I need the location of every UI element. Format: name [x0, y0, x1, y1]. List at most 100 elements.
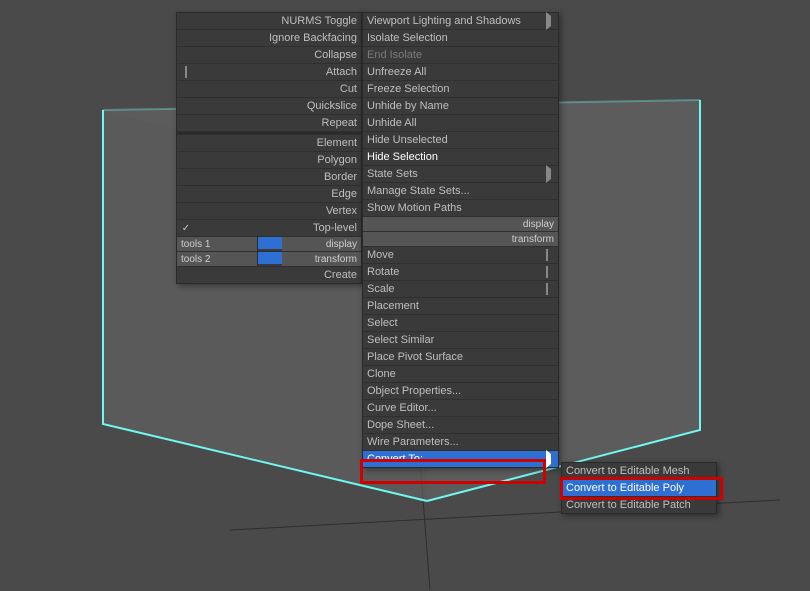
dialog-icon	[185, 66, 187, 78]
menu-item-label: NURMS Toggle	[193, 15, 357, 27]
menu-item-label: Convert to Editable Patch	[566, 499, 700, 511]
quad-center-icon	[258, 252, 270, 264]
menu-item[interactable]: Move	[363, 247, 558, 264]
quad-title-left: tools 2	[177, 252, 258, 266]
menu-item-label: Scale	[367, 283, 542, 295]
menu-item[interactable]: Attach	[177, 64, 361, 81]
menu-item-label: Placement	[367, 300, 542, 312]
menu-item[interactable]: Create	[177, 267, 361, 283]
menu-item[interactable]: Unhide by Name	[363, 98, 558, 115]
quad-menu-title-row: transform	[363, 232, 558, 247]
menu-item[interactable]: Isolate Selection	[363, 30, 558, 47]
menu-item-label: Show Motion Paths	[367, 202, 542, 214]
convert-to-submenu[interactable]: Convert to Editable MeshConvert to Edita…	[561, 462, 717, 514]
menu-item: End Isolate	[363, 47, 558, 64]
menu-item-label: Create	[193, 269, 357, 281]
menu-item-label: Hide Unselected	[367, 134, 542, 146]
menu-item-label: State Sets	[367, 168, 542, 180]
quad-center-icon	[270, 237, 282, 249]
quad-title-right: transform	[363, 232, 558, 246]
menu-item[interactable]: Unfreeze All	[363, 64, 558, 81]
menu-item[interactable]: Object Properties...	[363, 383, 558, 400]
menu-item[interactable]: Dope Sheet...	[363, 417, 558, 434]
menu-item[interactable]: Convert to Editable Mesh	[562, 463, 716, 480]
menu-item-label: Cut	[193, 83, 357, 95]
menu-item-label: Viewport Lighting and Shadows	[367, 15, 542, 27]
menu-item-label: Vertex	[193, 205, 357, 217]
menu-item[interactable]: Wire Parameters...	[363, 434, 558, 451]
menu-item[interactable]: Select	[363, 315, 558, 332]
submenu-arrow-icon	[546, 12, 551, 30]
menu-item-label: Manage State Sets...	[367, 185, 542, 197]
menu-item-label: Freeze Selection	[367, 83, 542, 95]
menu-item[interactable]: Element	[177, 135, 361, 152]
check-icon	[181, 223, 193, 234]
menu-item[interactable]: Convert to Editable Patch	[562, 497, 716, 513]
menu-item-label: Move	[367, 249, 542, 261]
menu-item[interactable]: Viewport Lighting and Shadows	[363, 13, 558, 30]
menu-item[interactable]: NURMS Toggle	[177, 13, 361, 30]
menu-item-label: Unhide by Name	[367, 100, 542, 112]
quad-menu-right[interactable]: Viewport Lighting and Shadows Isolate Sel…	[362, 12, 559, 468]
menu-item[interactable]: Scale	[363, 281, 558, 298]
quad-title-right: transform	[282, 252, 362, 266]
menu-item[interactable]: Convert to Editable Poly	[562, 480, 716, 497]
menu-item-label: Select Similar	[367, 334, 542, 346]
menu-item-label: Rotate	[367, 266, 542, 278]
quad-menu-left[interactable]: NURMS Toggle Ignore BackfacingCollapse Att…	[176, 12, 362, 284]
quad-title-left: tools 1	[177, 237, 258, 251]
menu-item[interactable]: State Sets	[363, 166, 558, 183]
menu-item[interactable]: Show Motion Paths	[363, 200, 558, 217]
menu-item[interactable]: Convert To:	[363, 451, 558, 467]
menu-item-label: Dope Sheet...	[367, 419, 542, 431]
menu-item[interactable]: Hide Unselected	[363, 132, 558, 149]
menu-item[interactable]: Clone	[363, 366, 558, 383]
menu-item[interactable]: Polygon	[177, 152, 361, 169]
menu-item[interactable]: Cut	[177, 81, 361, 98]
menu-item-label: Hide Selection	[367, 151, 542, 163]
menu-item[interactable]: Curve Editor...	[363, 400, 558, 417]
menu-item-label: Edge	[193, 188, 357, 200]
dialog-icon	[546, 266, 548, 278]
menu-item[interactable]: Place Pivot Surface	[363, 349, 558, 366]
menu-item[interactable]: Freeze Selection	[363, 81, 558, 98]
menu-item-label: Select	[367, 317, 542, 329]
menu-item-label: Place Pivot Surface	[367, 351, 542, 363]
menu-item-label: Polygon	[193, 154, 357, 166]
menu-item-label: Element	[193, 137, 357, 149]
menu-item-label: Unfreeze All	[367, 66, 542, 78]
menu-item[interactable]: Top-level	[177, 220, 361, 237]
quad-center-icon	[270, 252, 282, 264]
quad-center-icon	[258, 237, 270, 249]
menu-item[interactable]: Edge	[177, 186, 361, 203]
menu-item-label: Border	[193, 171, 357, 183]
menu-item[interactable]: Unhide All	[363, 115, 558, 132]
menu-item-label: Repeat	[193, 117, 357, 129]
dialog-icon	[546, 283, 548, 295]
submenu-arrow-icon	[546, 165, 551, 183]
menu-item[interactable]: Hide Selection	[363, 149, 558, 166]
quad-title-right: display	[363, 217, 558, 231]
submenu-arrow-icon	[546, 450, 551, 468]
menu-item-label: Attach	[193, 66, 357, 78]
menu-item[interactable]: Collapse	[177, 47, 361, 64]
menu-item[interactable]: Placement	[363, 298, 558, 315]
menu-item[interactable]: Select Similar	[363, 332, 558, 349]
menu-item-label: Curve Editor...	[367, 402, 542, 414]
menu-item[interactable]: Ignore Backfacing	[177, 30, 361, 47]
menu-item-label: Isolate Selection	[367, 32, 542, 44]
quad-title-right: display	[282, 237, 362, 251]
menu-item[interactable]: Vertex	[177, 203, 361, 220]
quad-menu-title-row: tools 1 display	[177, 237, 361, 252]
menu-item-label: Quickslice	[193, 100, 357, 112]
menu-item-label: Convert To:	[367, 453, 542, 465]
menu-item[interactable]: Quickslice	[177, 98, 361, 115]
menu-item[interactable]: Rotate	[363, 264, 558, 281]
menu-item-label: Unhide All	[367, 117, 542, 129]
menu-item[interactable]: Manage State Sets...	[363, 183, 558, 200]
menu-item-label: Clone	[367, 368, 542, 380]
menu-item[interactable]: Border	[177, 169, 361, 186]
menu-item[interactable]: Repeat	[177, 115, 361, 132]
quad-menu-title-row: display	[363, 217, 558, 232]
menu-item-label: End Isolate	[367, 49, 542, 61]
